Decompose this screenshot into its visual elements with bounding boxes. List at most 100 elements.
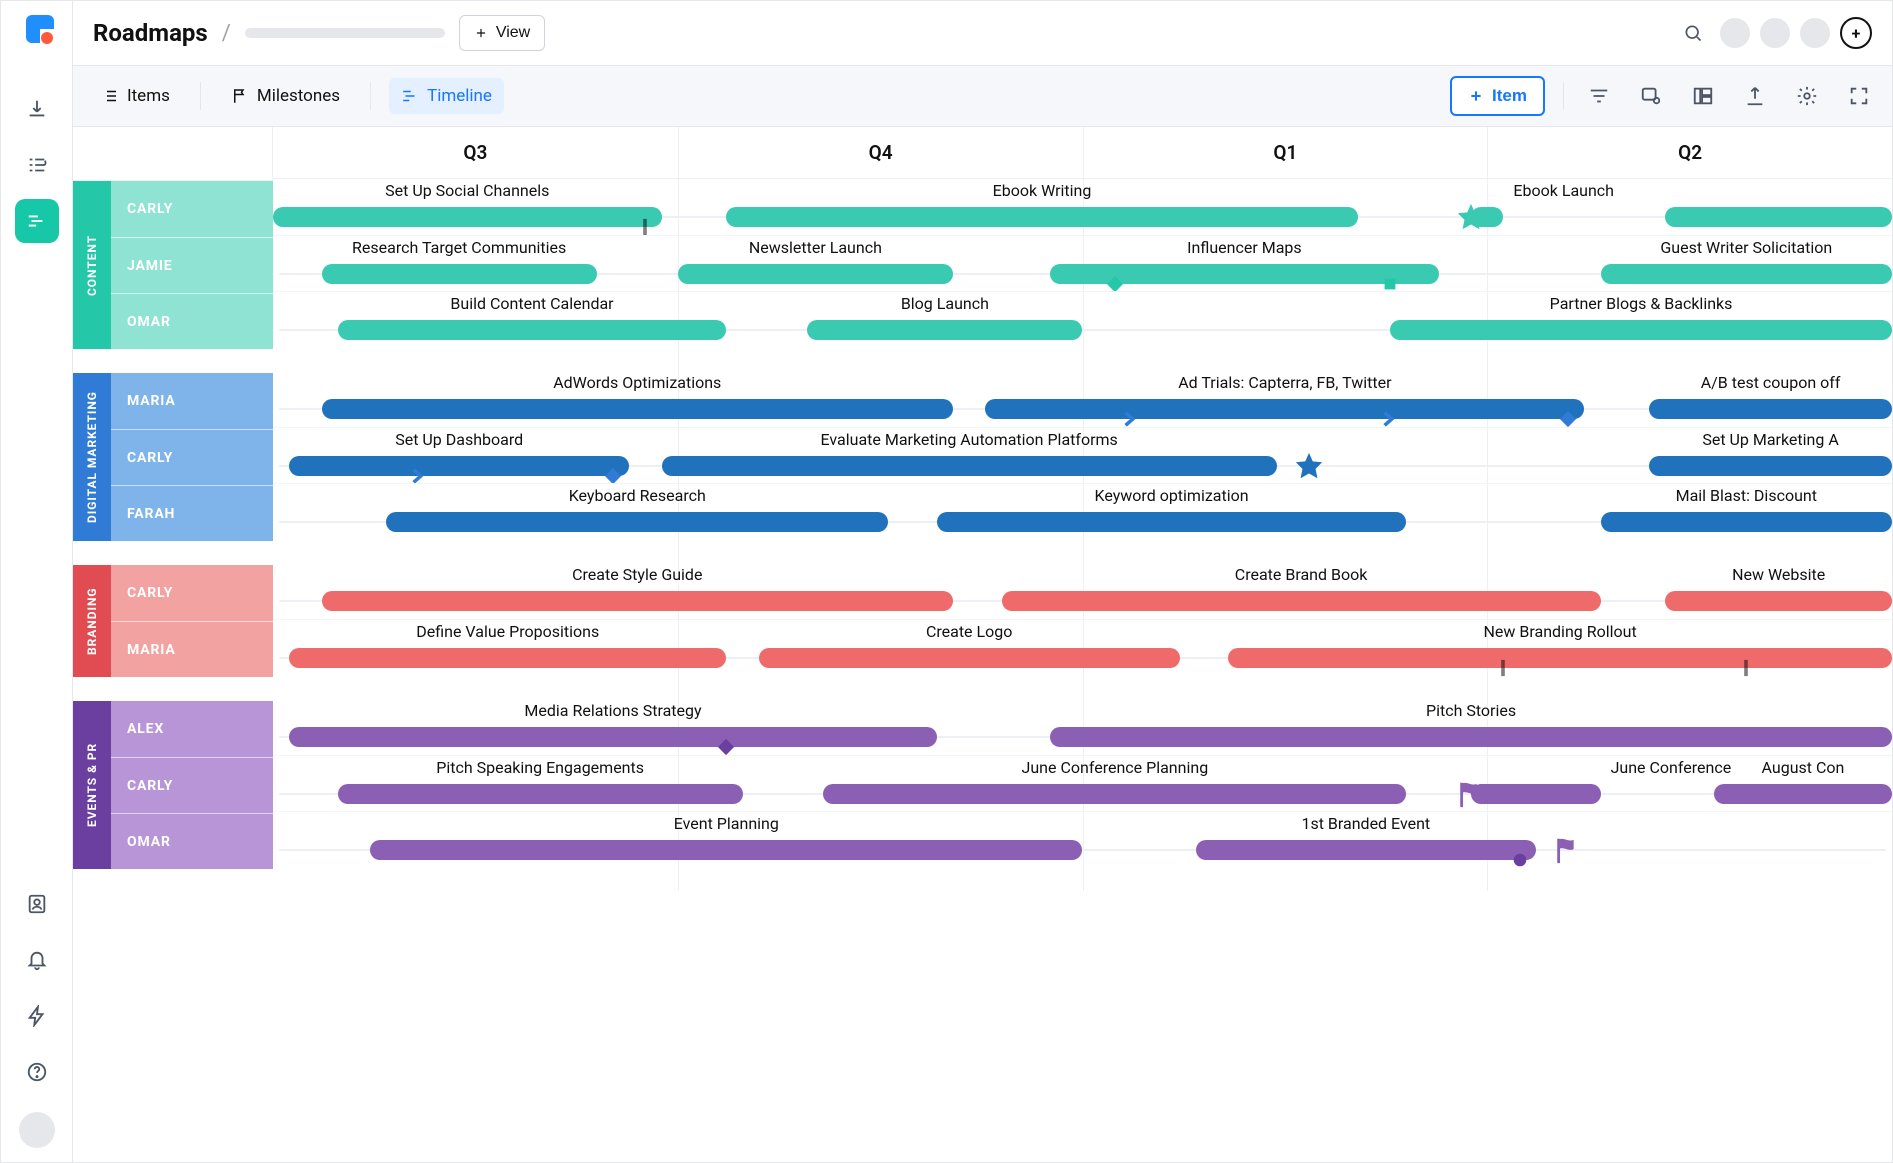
bar-label: Event Planning <box>674 814 779 833</box>
timeline-bar[interactable]: August Con <box>1714 784 1892 804</box>
collab-avatar-1[interactable] <box>1720 18 1750 48</box>
rail-download[interactable] <box>15 87 59 131</box>
flag-milestone-icon[interactable] <box>1553 835 1583 865</box>
gantt-icon <box>401 87 419 105</box>
timeline-bar[interactable]: Pitch Stories <box>1050 727 1892 747</box>
bar-label: Ad Trials: Capterra, FB, Twitter <box>1178 373 1391 392</box>
tab-timeline[interactable]: Timeline <box>389 78 504 114</box>
lane-header[interactable]: CARLY <box>111 181 273 237</box>
lane-header[interactable]: ALEX <box>111 701 273 757</box>
timeline-lane: Event Planning 1st Branded Event <box>273 811 1892 867</box>
lane-header[interactable]: MARIA <box>111 373 273 429</box>
lane-header[interactable]: CARLY <box>111 429 273 485</box>
search-button[interactable] <box>1676 16 1710 50</box>
timeline-bar[interactable]: Research Target Communities <box>322 264 597 284</box>
timeline-bar[interactable]: New Branding Rollout <box>1228 648 1892 668</box>
timeline-bar[interactable]: Blog Launch <box>807 320 1082 340</box>
bar-label: Research Target Communities <box>352 238 566 257</box>
rail-notifications[interactable] <box>15 938 59 982</box>
bar-label: Ebook Launch <box>1513 181 1614 200</box>
search-icon <box>1683 23 1703 43</box>
timeline-bar[interactable]: Create Logo <box>759 648 1180 668</box>
tab-milestones[interactable]: Milestones <box>219 78 352 114</box>
lane-header[interactable]: OMAR <box>111 293 273 349</box>
timeline-bar[interactable]: Guest Writer Solicitation <box>1601 264 1892 284</box>
group-header[interactable]: CONTENT <box>73 181 111 349</box>
lane-header[interactable]: OMAR <box>111 813 273 869</box>
rail-activity[interactable] <box>15 994 59 1038</box>
collab-avatar-2[interactable] <box>1760 18 1790 48</box>
timeline-lane: Research Target Communities Newsletter La… <box>273 235 1892 291</box>
rail-timeline[interactable] <box>15 199 59 243</box>
rail-checklist[interactable] <box>15 143 59 187</box>
timeline-bar[interactable]: June Conference Planning <box>823 784 1406 804</box>
timeline-bar[interactable]: Media Relations Strategy <box>289 727 937 747</box>
timeline-bar[interactable]: Mail Blast: Discount <box>1601 512 1892 532</box>
settings-button[interactable] <box>1790 79 1824 113</box>
timeline-bar[interactable]: 1st Branded Event <box>1196 840 1536 860</box>
timeline-bar[interactable]: A/B test coupon off <box>1649 399 1892 419</box>
timeline-bar[interactable]: Pitch Speaking Engagements <box>338 784 743 804</box>
lane-header[interactable]: JAMIE <box>111 237 273 293</box>
tab-items[interactable]: Items <box>89 78 182 114</box>
timeline-lane: Create Style Guide Create Brand Book New W… <box>273 563 1892 619</box>
star-milestone-icon[interactable] <box>1294 451 1324 481</box>
timeline-bar[interactable]: Ad Trials: Capterra, FB, Twitter <box>985 399 1584 419</box>
fullscreen-button[interactable] <box>1842 79 1876 113</box>
lane-header[interactable]: MARIA <box>111 621 273 677</box>
timeline-bar[interactable]: Create Brand Book <box>1002 591 1601 611</box>
timeline-bar[interactable]: Build Content Calendar <box>338 320 727 340</box>
collab-avatar-3[interactable] <box>1800 18 1830 48</box>
add-view-button[interactable]: View <box>459 15 545 51</box>
lane-label-column: CONTENTCARLYJAMIEOMARDIGITAL MARKETINGMA… <box>73 127 273 893</box>
invite-button[interactable]: + <box>1840 17 1872 49</box>
timeline-bar[interactable]: Partner Blogs & Backlinks <box>1390 320 1892 340</box>
timeline-scroll[interactable]: CONTENTCARLYJAMIEOMARDIGITAL MARKETINGMA… <box>73 127 1892 1162</box>
timeline-bar[interactable]: Create Style Guide <box>322 591 953 611</box>
timeline-bar[interactable]: Evaluate Marketing Automation Platforms <box>662 456 1277 476</box>
timeline-bar[interactable]: Influencer Maps <box>1050 264 1439 284</box>
export-button[interactable] <box>1738 79 1772 113</box>
bar-label: Set Up Dashboard <box>395 430 523 449</box>
star-milestone-icon[interactable] <box>1456 202 1486 232</box>
dot-marker-icon <box>1511 851 1529 869</box>
timeline-bar[interactable]: Set Up Dashboard <box>289 456 629 476</box>
group-header[interactable]: EVENTS & PR <box>73 701 111 869</box>
timeline-bar[interactable]: AdWords Optimizations <box>322 399 953 419</box>
filter-button[interactable] <box>1582 79 1616 113</box>
download-icon <box>26 98 48 120</box>
lane-header[interactable]: CARLY <box>111 565 273 621</box>
link-button[interactable] <box>1634 79 1668 113</box>
timeline-bar[interactable]: Newsletter Launch <box>678 264 953 284</box>
timeline-bar[interactable]: June Conference <box>1471 784 1601 804</box>
timeline-lane: AdWords Optimizations Ad Trials: Capterra… <box>273 371 1892 427</box>
add-item-button[interactable]: Item <box>1450 76 1545 116</box>
bolt-icon <box>26 1005 48 1027</box>
bar-label: Keyword optimization <box>1094 486 1248 505</box>
timeline-bar[interactable]: Keyboard Research <box>386 512 888 532</box>
timeline-bar[interactable]: Ebook Writing <box>726 207 1357 227</box>
timeline-grid: CONTENTCARLYJAMIEOMARDIGITAL MARKETINGMA… <box>73 127 1892 893</box>
lane-header[interactable]: FARAH <box>111 485 273 541</box>
timeline-bar[interactable] <box>1665 207 1892 227</box>
export-icon <box>1744 85 1766 107</box>
rail-help[interactable] <box>15 1050 59 1094</box>
timeline-bar[interactable]: Event Planning <box>370 840 1082 860</box>
diamond-marker-icon <box>1559 410 1577 428</box>
timeline-bar[interactable]: Define Value Propositions <box>289 648 726 668</box>
rail-contacts[interactable] <box>15 882 59 926</box>
flag-milestone-icon[interactable] <box>1456 779 1486 809</box>
timeline-bar[interactable]: Keyword optimization <box>937 512 1407 532</box>
rail-avatar[interactable] <box>19 1112 55 1148</box>
group-header[interactable]: BRANDING <box>73 565 111 677</box>
expand-icon <box>1848 85 1870 107</box>
chevron-marker-icon <box>410 467 428 485</box>
timeline-lane: Pitch Speaking Engagements June Conferenc… <box>273 755 1892 811</box>
roadmap-name-placeholder[interactable] <box>245 28 445 38</box>
layout-button[interactable] <box>1686 79 1720 113</box>
group-header[interactable]: DIGITAL MARKETING <box>73 373 111 541</box>
timeline-bar[interactable]: New Website <box>1665 591 1892 611</box>
timeline-bar[interactable]: Set Up Marketing A <box>1649 456 1892 476</box>
lane-header[interactable]: CARLY <box>111 757 273 813</box>
timeline-bar[interactable]: Set Up Social Channels <box>273 207 662 227</box>
